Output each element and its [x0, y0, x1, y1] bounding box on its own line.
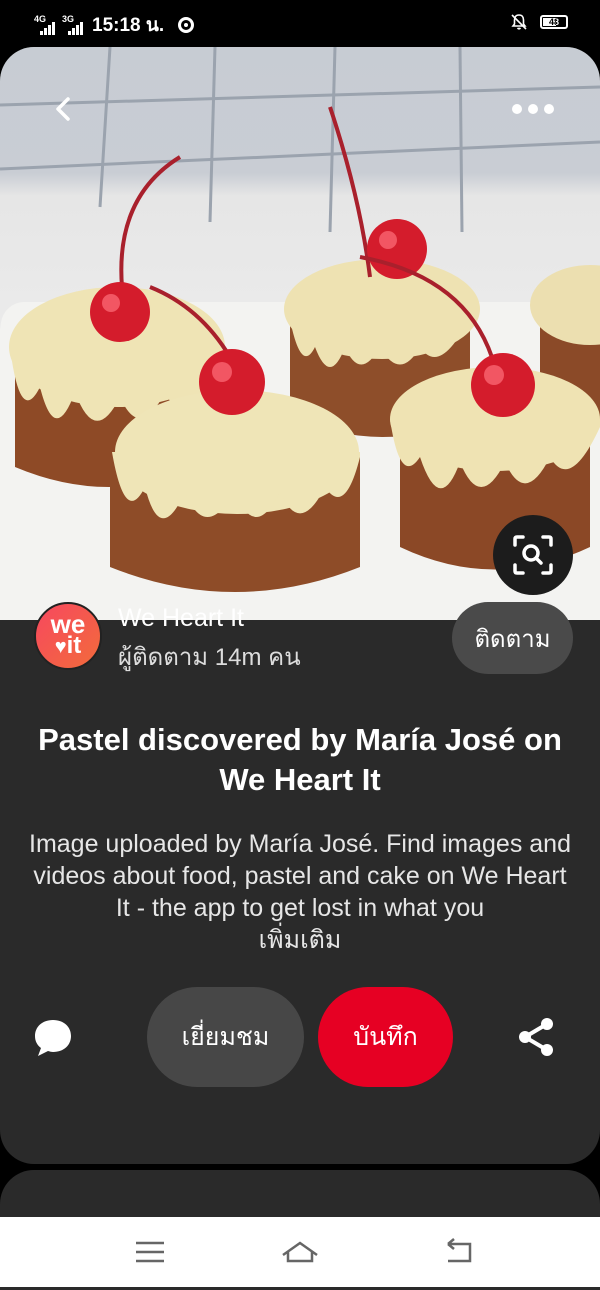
description-text: Image uploaded by María José. Find image… — [29, 830, 571, 922]
follower-count: ผู้ติดตาม 14m คน — [118, 644, 301, 671]
notifications-off-icon — [511, 14, 527, 30]
system-nav-bar — [0, 1217, 600, 1287]
battery-icon: 48 — [540, 15, 568, 29]
visual-search-icon — [513, 535, 553, 575]
publisher-avatar[interactable]: we ♥it — [34, 602, 102, 670]
signal-3g-icon: 3G — [62, 15, 84, 35]
pin-image[interactable] — [0, 47, 600, 620]
pin-card: we ♥it We Heart It ผู้ติดตาม 14m คน ติดต… — [0, 47, 600, 1164]
signal-4g-icon: 4G — [34, 15, 56, 35]
pin-description: Image uploaded by María José. Find image… — [28, 828, 572, 956]
logo-bottom: it — [66, 632, 82, 659]
more-icon[interactable] — [512, 99, 560, 119]
comment-icon[interactable] — [32, 1016, 74, 1058]
publisher-name[interactable]: We Heart It — [118, 604, 244, 633]
status-bar: 4G 3G 15:18 น. 48 — [0, 0, 600, 46]
share-icon[interactable] — [516, 1016, 558, 1058]
home-icon[interactable] — [280, 1231, 320, 1271]
follow-button[interactable]: ติดตาม — [452, 602, 573, 674]
battery-level: 48 — [548, 17, 559, 27]
save-button[interactable]: บันทึก — [318, 987, 453, 1087]
heart-icon: ♥ — [54, 636, 67, 658]
back-nav-icon[interactable] — [438, 1231, 478, 1271]
more-link[interactable]: เพิ่มเติม — [259, 926, 342, 954]
chrome-icon — [178, 17, 195, 33]
back-icon[interactable] — [44, 89, 84, 129]
visit-button[interactable]: เยี่ยมชม — [147, 987, 304, 1087]
menu-icon[interactable] — [130, 1231, 170, 1271]
clock: 15:18 น. — [92, 15, 165, 36]
pin-title: Pastel discovered by María José on We He… — [38, 722, 562, 797]
visual-search-button[interactable] — [493, 515, 573, 595]
